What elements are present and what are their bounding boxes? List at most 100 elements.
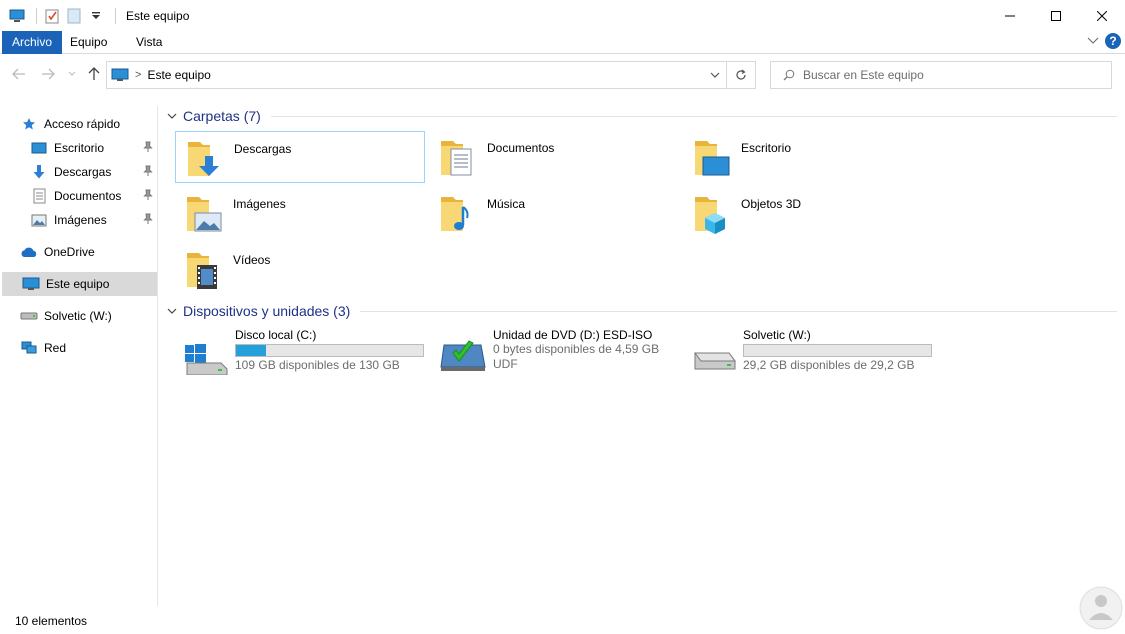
chevron-down-icon[interactable] [167, 113, 179, 120]
computer-icon [22, 275, 40, 293]
sidebar-item-este-equipo[interactable]: Este equipo [2, 272, 157, 296]
sidebar-item-acceso-rapido[interactable]: Acceso rápido [20, 112, 175, 136]
tab-vista[interactable]: Vista [126, 31, 172, 54]
drive-info: Disco local (C:) 109 GB disponibles de 1… [235, 328, 424, 373]
sidebar-item-label: Este equipo [46, 277, 110, 291]
drive-info: Unidad de DVD (D:) ESD-ISO 0 bytes dispo… [493, 328, 659, 372]
drive-tile-d[interactable]: Unidad de DVD (D:) ESD-ISO 0 bytes dispo… [435, 327, 685, 379]
drive-free-space: 109 GB disponibles de 130 GB [235, 358, 400, 372]
back-button[interactable] [10, 65, 28, 83]
search-box[interactable] [770, 61, 1112, 89]
maximize-button[interactable] [1033, 0, 1079, 31]
drive-name: Solvetic (W:) [743, 328, 811, 342]
drive-tile-w[interactable]: Solvetic (W:) 29,2 GB disponibles de 29,… [685, 327, 935, 379]
pin-icon[interactable] [143, 165, 153, 180]
pin-icon[interactable] [143, 189, 153, 204]
capacity-bar [743, 344, 932, 357]
sidebar-item-label: Acceso rápido [44, 117, 121, 131]
dvd-drive-icon [439, 331, 487, 375]
pin-icon[interactable] [143, 141, 153, 156]
star-icon [20, 115, 38, 133]
drive-tile-c[interactable]: Disco local (C:) 109 GB disponibles de 1… [177, 327, 427, 379]
drive-free-space: 0 bytes disponibles de 4,59 GB [493, 342, 660, 356]
tab-archivo[interactable]: Archivo [2, 31, 63, 54]
folder-tile-videos[interactable]: Vídeos [175, 243, 425, 295]
desktop-folder-icon [691, 135, 735, 179]
folder-label: Documentos [487, 141, 555, 155]
window-title: Este equipo [126, 8, 190, 23]
search-icon [783, 69, 795, 81]
folder-label: Música [487, 197, 526, 211]
pictures-icon [30, 211, 48, 229]
sidebar-item-red[interactable]: Red [20, 336, 157, 360]
close-button[interactable] [1079, 0, 1125, 31]
sidebar-item-label: Documentos [54, 189, 122, 203]
drive-info: Solvetic (W:) 29,2 GB disponibles de 29,… [743, 328, 932, 373]
document-icon [30, 187, 48, 205]
customize-toolbar-icon[interactable] [87, 7, 105, 25]
sidebar-item-solvetic[interactable]: Solvetic (W:) [20, 304, 157, 328]
drive-name: Disco local (C:) [235, 328, 317, 342]
properties-icon[interactable] [43, 7, 61, 25]
refresh-button[interactable] [727, 61, 756, 89]
breadcrumb-separator[interactable]: > [135, 69, 141, 81]
sidebar-item-escritorio[interactable]: Escritorio [30, 136, 157, 160]
pin-icon[interactable] [143, 213, 153, 228]
toolbar-separator [36, 7, 37, 24]
drive-name: Unidad de DVD (D:) ESD-ISO [493, 328, 653, 342]
videos-folder-icon [183, 247, 227, 291]
folder-label: Vídeos [233, 253, 271, 267]
quick-access-toolbar: Este equipo [0, 0, 189, 31]
forward-button[interactable] [39, 65, 57, 83]
sidebar-item-label: OneDrive [44, 245, 95, 259]
tab-equipo[interactable]: Equipo [60, 31, 117, 54]
network-icon [20, 339, 38, 357]
folder-label: Escritorio [741, 141, 792, 155]
sidebar-item-documentos[interactable]: Documentos [30, 184, 157, 208]
sidebar-item-imagenes[interactable]: Imágenes [30, 208, 157, 232]
up-button[interactable] [85, 65, 103, 83]
minimize-button[interactable] [987, 0, 1033, 31]
computer-icon[interactable] [8, 7, 26, 25]
folder-tile-escritorio[interactable]: Escritorio [683, 131, 933, 183]
pictures-folder-icon [183, 191, 227, 235]
help-button[interactable]: ? [1105, 33, 1121, 49]
expand-ribbon-icon[interactable] [1087, 34, 1099, 48]
folder-label: Descargas [234, 142, 292, 156]
search-input[interactable] [803, 68, 1083, 82]
capacity-bar [235, 344, 424, 357]
desktop-folder-icon [30, 139, 48, 157]
folder-tile-descargas[interactable]: Descargas [175, 131, 425, 183]
folder-tile-musica[interactable]: Música [429, 187, 679, 239]
drive-free-space: 29,2 GB disponibles de 29,2 GB [743, 358, 915, 372]
address-bar[interactable]: > Este equipo [106, 61, 727, 89]
chevron-down-icon[interactable] [167, 308, 179, 315]
sidebar-item-label: Solvetic (W:) [44, 309, 112, 323]
drive-icon [689, 331, 737, 375]
capacity-bar-fill [236, 345, 266, 356]
group-divider [360, 310, 1117, 312]
address-history-chevron-icon[interactable] [710, 68, 720, 82]
sidebar-item-label: Red [44, 341, 67, 355]
devices-group-header[interactable]: Dispositivos y unidades (3) [167, 301, 1117, 321]
3d-objects-folder-icon [691, 191, 735, 235]
recent-locations-chevron-icon[interactable] [63, 65, 81, 83]
documents-folder-icon [437, 135, 481, 179]
devices-group-title: Dispositivos y unidades (3) [183, 303, 351, 319]
group-divider [270, 115, 1117, 117]
folder-tile-documentos[interactable]: Documentos [429, 131, 679, 183]
folder-tile-imagenes[interactable]: Imágenes [175, 187, 425, 239]
title-bar: Este equipo [0, 0, 1125, 31]
navigation-bar: > Este equipo [0, 55, 1125, 95]
sidebar-item-descargas[interactable]: Descargas [30, 160, 157, 184]
new-folder-icon[interactable] [65, 7, 83, 25]
sidebar-item-onedrive[interactable]: OneDrive [20, 240, 157, 264]
folder-label: Objetos 3D [741, 197, 802, 211]
sidebar-item-label: Descargas [54, 165, 112, 179]
music-folder-icon [437, 191, 481, 235]
breadcrumb[interactable]: Este equipo [147, 68, 210, 82]
folders-group-header[interactable]: Carpetas (7) [167, 106, 1117, 126]
computer-icon [111, 68, 129, 82]
folder-tile-objetos-3d[interactable]: Objetos 3D [683, 187, 933, 239]
sidebar-item-label: Escritorio [54, 141, 105, 155]
